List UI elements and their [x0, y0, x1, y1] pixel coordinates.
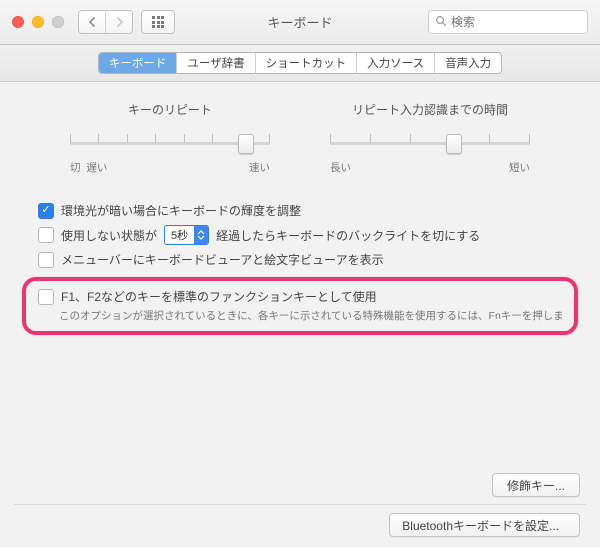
check-label: メニューバーにキーボードビューアと絵文字ビューアを表示: [61, 251, 384, 268]
window-controls: [12, 16, 64, 28]
backlight-timeout-select[interactable]: 5秒: [164, 225, 209, 245]
fnkeys-subtext: このオプションが選択されているときに、各キーに示されている特殊機能を使用するには…: [38, 306, 562, 323]
key-repeat-title: キーのリピート: [70, 101, 270, 118]
modifier-keys-button[interactable]: 修飾キー...: [492, 473, 580, 497]
check-fn-keys-standard[interactable]: F1、F2などのキーを標準のファンクションキーとして使用: [38, 287, 562, 306]
delay-title: リピート入力認識までの時間: [330, 101, 530, 118]
check-viewers-in-menubar[interactable]: メニューバーにキーボードビューアと絵文字ビューアを表示: [38, 248, 562, 271]
search-icon: [435, 15, 447, 30]
check-auto-brightness[interactable]: ✓ 環境光が暗い場合にキーボードの輝度を調整: [38, 199, 562, 222]
checkbox[interactable]: [38, 252, 54, 268]
sliders-row: キーのリピート 切 遅い 速い リピート入力認識までの時間: [0, 83, 600, 185]
key-repeat-labels: 切 遅い 速い: [70, 160, 270, 175]
separator: [14, 504, 586, 505]
key-repeat-slider[interactable]: [70, 132, 270, 156]
search-field[interactable]: [428, 10, 588, 34]
nav-back-forward: [78, 10, 133, 34]
tab-label: 入力ソース: [367, 55, 424, 71]
delay-group: リピート入力認識までの時間 長い 短い: [330, 101, 530, 175]
key-repeat-group: キーのリピート 切 遅い 速い: [70, 101, 270, 175]
tab-userdict[interactable]: ユーザ辞書: [176, 53, 254, 73]
tab-label: キーボード: [109, 55, 167, 71]
tab-input[interactable]: 入力ソース: [356, 53, 434, 73]
check-label-suffix: 経過したらキーボードのバックライトを切にする: [216, 227, 480, 244]
zoom-window-button[interactable]: [52, 16, 64, 28]
nav-forward-button[interactable]: [105, 11, 132, 33]
search-input[interactable]: [447, 14, 581, 30]
bluetooth-keyboard-button[interactable]: Bluetoothキーボードを設定...: [389, 513, 580, 537]
tab-label: ユーザ辞書: [187, 55, 244, 71]
titlebar: キーボード: [0, 0, 600, 45]
grid-icon: [152, 16, 164, 28]
tab-dictation[interactable]: 音声入力: [434, 53, 501, 73]
window-title: キーボード: [267, 13, 332, 32]
show-all-prefs-button[interactable]: [141, 10, 175, 34]
pane-body: キーのリピート 切 遅い 速い リピート入力認識までの時間: [0, 82, 600, 547]
check-list: ✓ 環境光が暗い場合にキーボードの輝度を調整 使用しない状態が 5秒 経過したら…: [38, 199, 562, 271]
tab-label: 音声入力: [445, 55, 491, 71]
tab-shortcuts[interactable]: ショートカット: [255, 53, 357, 73]
checkbox[interactable]: [38, 289, 54, 305]
tabs-row: キーボード ユーザ辞書 ショートカット 入力ソース 音声入力: [0, 45, 600, 82]
fnkeys-highlight: F1、F2などのキーを標準のファンクションキーとして使用 このオプションが選択さ…: [22, 277, 578, 335]
checkbox[interactable]: [38, 227, 54, 243]
minimize-window-button[interactable]: [32, 16, 44, 28]
nav-back-button[interactable]: [79, 11, 105, 33]
button-label: Bluetoothキーボードを設定...: [402, 517, 559, 534]
check-backlight-timeout[interactable]: 使用しない状態が 5秒 経過したらキーボードのバックライトを切にする: [38, 222, 562, 248]
tab-label: ショートカット: [266, 55, 347, 71]
delay-labels: 長い 短い: [330, 160, 530, 175]
select-value: 5秒: [165, 227, 194, 243]
tab-keyboard[interactable]: キーボード: [99, 53, 177, 73]
button-label: 修飾キー...: [507, 477, 565, 494]
check-label: 環境光が暗い場合にキーボードの輝度を調整: [61, 202, 301, 219]
delay-slider[interactable]: [330, 132, 530, 156]
check-label-prefix: 使用しない状態が: [61, 227, 157, 244]
check-label: F1、F2などのキーを標準のファンクションキーとして使用: [61, 288, 377, 305]
stepper-icon: [194, 226, 208, 244]
close-window-button[interactable]: [12, 16, 24, 28]
checkbox[interactable]: ✓: [38, 203, 54, 219]
tabs: キーボード ユーザ辞書 ショートカット 入力ソース 音声入力: [98, 52, 502, 74]
